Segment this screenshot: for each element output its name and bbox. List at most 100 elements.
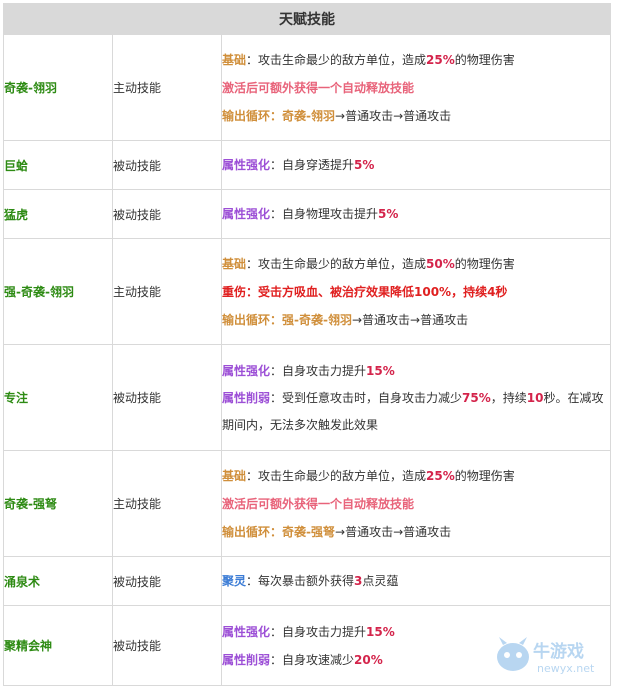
description-line: 属性强化：自身攻击力提升15%: [222, 357, 610, 385]
skill-type: 主动技能: [112, 450, 222, 557]
description-segment: ：自身穿透提升: [270, 158, 355, 172]
skill-description: 基础：攻击生命最少的敌方单位，造成50%的物理伤害重伤：受击方吸血、被治疗效果降…: [221, 238, 611, 345]
skill-description: 属性强化：自身攻击力提升15% 属性削弱：受到任意攻击时，自身攻击力减少75%，持…: [221, 344, 611, 451]
description-segment: 输出循环: [222, 108, 271, 123]
description-segment: 激活后可额外获得一个自动释放技能: [222, 496, 415, 511]
skill-type: 被动技能: [112, 344, 222, 451]
description-segment: ：攻击生命最少的敌方单位，造成: [246, 256, 427, 271]
description-segment: 5%: [378, 207, 399, 221]
description-segment: 重伤：受击方吸血、被治疗效果降低100%，持续4秒: [222, 284, 508, 299]
description-segment: 50%: [426, 256, 455, 271]
skill-type: 被动技能: [112, 556, 222, 606]
description-segment: 激活后可额外获得一个自动释放技能: [222, 80, 415, 95]
description-line: 基础：攻击生命最少的敌方单位，造成50%的物理伤害: [222, 250, 610, 278]
skill-name: 奇袭-强弩: [3, 450, 113, 557]
description-segment: 强-奇袭-翎羽: [282, 312, 352, 327]
table-body: 奇袭-翎羽 主动技能 基础：攻击生命最少的敌方单位，造成25%的物理伤害 激活后可额外…: [3, 34, 611, 686]
description-segment: ：受到任意攻击时，自身攻击力减少: [270, 390, 463, 405]
description-segment: 25%: [426, 52, 455, 67]
description-segment: 聚灵: [222, 574, 247, 588]
description-segment: 输出循环: [222, 524, 271, 539]
description-segment: 基础: [222, 52, 247, 67]
description-segment: 点灵蕴: [362, 574, 399, 588]
description-line: 属性削弱：自身攻速减少20%: [222, 646, 610, 674]
description-segment: ：自身攻击力提升: [270, 624, 367, 639]
description-line: 聚灵：每次暴击额外获得3点灵蕴: [222, 567, 610, 595]
description-segment: ：自身攻速减少: [270, 652, 355, 667]
talent-skills-table: 天赋技能 奇袭-翎羽 主动技能 基础：攻击生命最少的敌方单位，造成25%的物理伤害激…: [3, 3, 611, 686]
table-row: 巨蛤 被动技能 属性强化：自身穿透提升5%: [3, 140, 611, 190]
description-segment: 属性强化: [222, 363, 271, 378]
description-segment: 属性强化: [222, 158, 271, 172]
description-line: 输出循环：奇袭-强弩→普通攻击→普通攻击: [222, 518, 610, 546]
description-line: 属性削弱：受到任意攻击时，自身攻击力减少75%，持续10秒。在减攻期间内，无法多…: [222, 385, 610, 439]
description-line: 激活后可额外获得一个自动释放技能: [222, 490, 610, 518]
description-segment: 奇袭-翎羽: [282, 108, 336, 123]
skill-description: 基础：攻击生命最少的敌方单位，造成25%的物理伤害激活后可额外获得一个自动释放技…: [221, 34, 611, 141]
skill-description: 属性强化：自身穿透提升5%: [221, 140, 611, 190]
description-segment: 奇袭-强弩: [282, 524, 336, 539]
description-segment: 20%: [354, 652, 383, 667]
skill-name: 猛虎: [3, 189, 113, 239]
table-row: 奇袭-翎羽 主动技能 基础：攻击生命最少的敌方单位，造成25%的物理伤害 激活后可额外…: [3, 34, 611, 141]
description-segment: 75%: [462, 390, 491, 405]
table-row: 聚精会神 被动技能 属性强化：自身攻击力提升15% 属性削弱：自身攻速减少20%: [3, 605, 611, 686]
skill-name: 巨蛤: [3, 140, 113, 190]
description-line: 基础：攻击生命最少的敌方单位，造成25%的物理伤害: [222, 46, 610, 74]
description-segment: ：自身攻击力提升: [270, 363, 367, 378]
description-segment: 15%: [366, 624, 395, 639]
description-line: 属性强化：自身攻击力提升15%: [222, 618, 610, 646]
description-line: 激活后可额外获得一个自动释放技能: [222, 74, 610, 102]
table-row: 猛虎 被动技能 属性强化：自身物理攻击提升5%: [3, 189, 611, 239]
skill-description: 属性强化：自身物理攻击提升5%: [221, 189, 611, 239]
description-segment: →普通攻击→普通攻击: [352, 312, 469, 327]
description-segment: 属性削弱: [222, 652, 271, 667]
skill-name: 涌泉术: [3, 556, 113, 606]
description-segment: →普通攻击→普通攻击: [335, 108, 452, 123]
description-segment: ：每次暴击额外获得: [246, 574, 355, 588]
description-segment: 基础: [222, 256, 247, 271]
description-segment: ，持续: [490, 390, 527, 405]
description-segment: 25%: [426, 468, 455, 483]
description-segment: ：: [270, 312, 283, 327]
description-line: 属性强化：自身穿透提升5%: [222, 151, 610, 179]
description-segment: 基础: [222, 468, 247, 483]
skill-description: 基础：攻击生命最少的敌方单位，造成25%的物理伤害激活后可额外获得一个自动释放技…: [221, 450, 611, 557]
table-row: 奇袭-强弩 主动技能 基础：攻击生命最少的敌方单位，造成25%的物理伤害 激活后可额外…: [3, 450, 611, 557]
description-segment: 的物理伤害: [454, 256, 515, 271]
skill-type: 被动技能: [112, 605, 222, 686]
skill-description: 属性强化：自身攻击力提升15% 属性削弱：自身攻速减少20%: [221, 605, 611, 686]
description-segment: 15%: [366, 363, 395, 378]
table-row: 专注 被动技能 属性强化：自身攻击力提升15% 属性削弱：受到任意攻击时，自身攻击力减…: [3, 344, 611, 451]
skill-type: 被动技能: [112, 189, 222, 239]
skill-description: 聚灵：每次暴击额外获得3点灵蕴: [221, 556, 611, 606]
skill-name: 强-奇袭-翎羽: [3, 238, 113, 345]
description-line: 输出循环：奇袭-翎羽→普通攻击→普通攻击: [222, 102, 610, 130]
description-line: 输出循环：强-奇袭-翎羽→普通攻击→普通攻击: [222, 306, 610, 334]
skill-type: 被动技能: [112, 140, 222, 190]
table-row: 强-奇袭-翎羽 主动技能 基础：攻击生命最少的敌方单位，造成50%的物理伤害 重伤：受…: [3, 238, 611, 345]
description-segment: 属性强化: [222, 624, 271, 639]
description-segment: ：自身物理攻击提升: [270, 207, 379, 221]
description-segment: ：: [270, 108, 283, 123]
description-segment: →普通攻击→普通攻击: [335, 524, 452, 539]
description-segment: 输出循环: [222, 312, 271, 327]
skill-name: 专注: [3, 344, 113, 451]
description-segment: ：: [270, 524, 283, 539]
description-line: 重伤：受击方吸血、被治疗效果降低100%，持续4秒: [222, 278, 610, 306]
description-line: 基础：攻击生命最少的敌方单位，造成25%的物理伤害: [222, 462, 610, 490]
table-row: 涌泉术 被动技能 聚灵：每次暴击额外获得3点灵蕴: [3, 556, 611, 606]
table-title: 天赋技能: [3, 3, 611, 35]
skill-name: 奇袭-翎羽: [3, 34, 113, 141]
description-segment: 的物理伤害: [454, 52, 515, 67]
description-line: 属性强化：自身物理攻击提升5%: [222, 200, 610, 228]
description-segment: 的物理伤害: [454, 468, 515, 483]
description-segment: ：攻击生命最少的敌方单位，造成: [246, 52, 427, 67]
description-segment: 10: [526, 390, 544, 405]
description-segment: 属性削弱: [222, 390, 271, 405]
skill-type: 主动技能: [112, 34, 222, 141]
skill-type: 主动技能: [112, 238, 222, 345]
description-segment: ：攻击生命最少的敌方单位，造成: [246, 468, 427, 483]
description-segment: 5%: [354, 158, 375, 172]
description-segment: 属性强化: [222, 207, 271, 221]
